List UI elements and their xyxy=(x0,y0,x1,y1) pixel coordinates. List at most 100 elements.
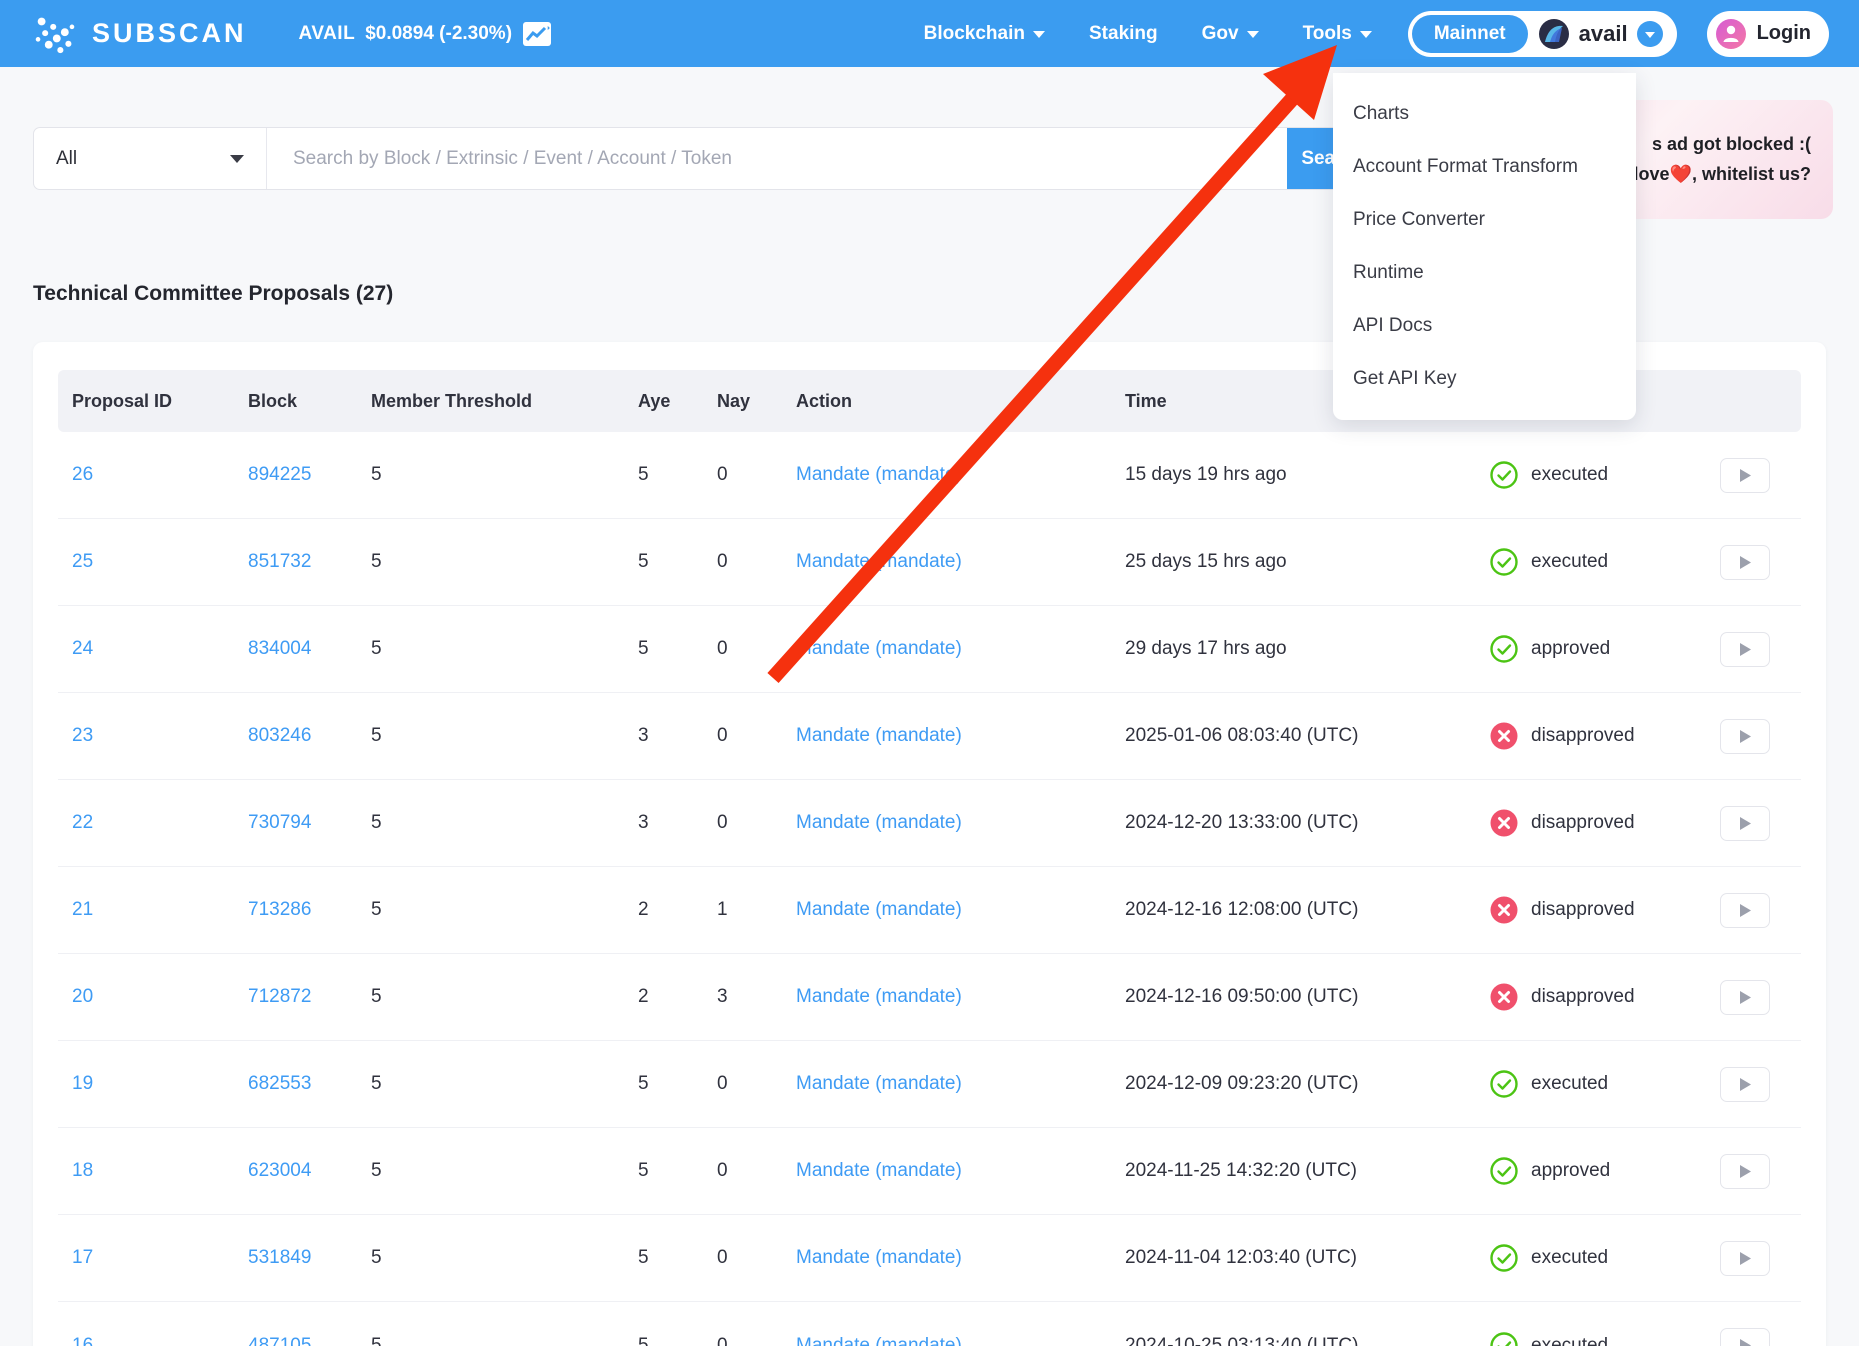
time-value: 2024-10-25 03:13:40 (UTC) xyxy=(1125,1335,1490,1346)
action-link[interactable]: Mandate (mandate) xyxy=(796,1335,962,1346)
action-link[interactable]: Mandate (mandate) xyxy=(796,551,962,572)
block-link[interactable]: 851732 xyxy=(248,551,311,572)
action-link[interactable]: Mandate (mandate) xyxy=(796,812,962,833)
ad-line-1: s ad got blocked :( xyxy=(1652,130,1811,160)
block-link[interactable]: 730794 xyxy=(248,812,311,833)
menu-item-api-docs[interactable]: API Docs xyxy=(1333,300,1636,353)
action-link[interactable]: Mandate (mandate) xyxy=(796,464,962,485)
block-link[interactable]: 487105 xyxy=(248,1335,311,1346)
login-button[interactable]: Login xyxy=(1707,11,1829,57)
row-detail-button[interactable] xyxy=(1720,1154,1770,1189)
menu-item-account-format-transform[interactable]: Account Format Transform xyxy=(1333,141,1636,194)
tools-dropdown-menu: ChartsAccount Format TransformPrice Conv… xyxy=(1333,73,1636,420)
play-icon xyxy=(1739,468,1752,483)
status-badge: executed xyxy=(1490,1070,1720,1098)
network-dropdown[interactable]: avail xyxy=(1538,18,1673,50)
action-link[interactable]: Mandate (mandate) xyxy=(796,1160,962,1181)
nav-item-tools[interactable]: Tools xyxy=(1303,23,1372,45)
page-title: Technical Committee Proposals (27) xyxy=(33,282,393,306)
aye-value: 3 xyxy=(638,812,717,834)
status-label: disapproved xyxy=(1531,725,1635,747)
member-threshold-value: 5 xyxy=(371,986,638,1008)
proposal-id-link[interactable]: 17 xyxy=(72,1247,93,1268)
member-threshold-value: 5 xyxy=(371,1247,638,1269)
menu-item-charts[interactable]: Charts xyxy=(1333,88,1636,141)
block-link[interactable]: 623004 xyxy=(248,1160,311,1181)
menu-item-price-converter[interactable]: Price Converter xyxy=(1333,194,1636,247)
time-value: 2024-12-16 12:08:00 (UTC) xyxy=(1125,899,1490,921)
proposal-id-link[interactable]: 18 xyxy=(72,1160,93,1181)
top-navigation-bar: SUBSCAN AVAIL $0.0894 (-2.30%) Blockchai… xyxy=(0,0,1859,67)
status-badge: approved xyxy=(1490,1157,1720,1185)
block-link[interactable]: 803246 xyxy=(248,725,311,746)
table-row: 17 531849 5 5 0 Mandate (mandate) 2024-1… xyxy=(58,1215,1801,1302)
row-detail-button[interactable] xyxy=(1720,1067,1770,1102)
action-link[interactable]: Mandate (mandate) xyxy=(796,1247,962,1268)
search-bar: All Search xyxy=(33,127,1380,190)
price-chart-icon[interactable] xyxy=(522,21,552,47)
action-link[interactable]: Mandate (mandate) xyxy=(796,1073,962,1094)
table-body: 26 894225 5 5 0 Mandate (mandate) 15 day… xyxy=(58,432,1801,1346)
row-detail-button[interactable] xyxy=(1720,632,1770,667)
row-detail-button[interactable] xyxy=(1720,893,1770,928)
block-link[interactable]: 712872 xyxy=(248,986,311,1007)
proposal-id-link[interactable]: 22 xyxy=(72,812,93,833)
proposal-id-link[interactable]: 21 xyxy=(72,899,93,920)
proposal-id-link[interactable]: 16 xyxy=(72,1335,93,1346)
proposal-id-link[interactable]: 25 xyxy=(72,551,93,572)
status-label: disapproved xyxy=(1531,812,1635,834)
caret-down-icon xyxy=(1360,31,1372,38)
proposal-id-link[interactable]: 24 xyxy=(72,638,93,659)
play-icon xyxy=(1739,816,1752,831)
action-link[interactable]: Mandate (mandate) xyxy=(796,638,962,659)
filter-caret-icon xyxy=(230,155,244,163)
table-row: 24 834004 5 5 0 Mandate (mandate) 29 day… xyxy=(58,606,1801,693)
proposal-id-link[interactable]: 26 xyxy=(72,464,93,485)
block-link[interactable]: 713286 xyxy=(248,899,311,920)
proposal-id-link[interactable]: 20 xyxy=(72,986,93,1007)
member-threshold-value: 5 xyxy=(371,899,638,921)
nav-item-staking[interactable]: Staking xyxy=(1089,23,1158,45)
menu-item-get-api-key[interactable]: Get API Key xyxy=(1333,353,1636,406)
action-link[interactable]: Mandate (mandate) xyxy=(796,899,962,920)
table-row: 19 682553 5 5 0 Mandate (mandate) 2024-1… xyxy=(58,1041,1801,1128)
page: SUBSCAN AVAIL $0.0894 (-2.30%) Blockchai… xyxy=(0,0,1859,1346)
status-label: disapproved xyxy=(1531,986,1635,1008)
nay-value: 0 xyxy=(717,812,796,834)
nav-item-blockchain[interactable]: Blockchain xyxy=(924,23,1045,45)
menu-item-runtime[interactable]: Runtime xyxy=(1333,247,1636,300)
nay-value: 0 xyxy=(717,1247,796,1269)
row-detail-button[interactable] xyxy=(1720,545,1770,580)
mainnet-button[interactable]: Mainnet xyxy=(1412,15,1528,53)
proposal-id-link[interactable]: 23 xyxy=(72,725,93,746)
status-badge: executed xyxy=(1490,1244,1720,1272)
member-threshold-value: 5 xyxy=(371,1073,638,1095)
row-detail-button[interactable] xyxy=(1720,458,1770,493)
block-link[interactable]: 894225 xyxy=(248,464,311,485)
table-row: 16 487105 5 5 0 Mandate (mandate) 2024-1… xyxy=(58,1302,1801,1346)
nay-value: 0 xyxy=(717,1335,796,1346)
block-link[interactable]: 531849 xyxy=(248,1247,311,1268)
subscan-logo[interactable]: SUBSCAN xyxy=(30,9,247,59)
block-link[interactable]: 682553 xyxy=(248,1073,311,1094)
action-link[interactable]: Mandate (mandate) xyxy=(796,725,962,746)
status-label: executed xyxy=(1531,1247,1608,1269)
status-label: approved xyxy=(1531,1160,1610,1182)
row-detail-button[interactable] xyxy=(1720,1241,1770,1276)
proposal-id-link[interactable]: 19 xyxy=(72,1073,93,1094)
member-threshold-value: 5 xyxy=(371,812,638,834)
caret-down-icon xyxy=(1033,31,1045,38)
row-detail-button[interactable] xyxy=(1720,980,1770,1015)
nav-item-gov[interactable]: Gov xyxy=(1202,23,1259,45)
time-value: 25 days 15 hrs ago xyxy=(1125,551,1490,573)
search-input[interactable] xyxy=(267,128,1287,189)
search-filter-select[interactable]: All xyxy=(34,128,267,189)
status-label: disapproved xyxy=(1531,899,1635,921)
table-row: 25 851732 5 5 0 Mandate (mandate) 25 day… xyxy=(58,519,1801,606)
column-header: Proposal ID xyxy=(72,391,248,412)
row-detail-button[interactable] xyxy=(1720,806,1770,841)
action-link[interactable]: Mandate (mandate) xyxy=(796,986,962,1007)
block-link[interactable]: 834004 xyxy=(248,638,311,659)
row-detail-button[interactable] xyxy=(1720,719,1770,754)
row-detail-button[interactable] xyxy=(1720,1328,1770,1346)
